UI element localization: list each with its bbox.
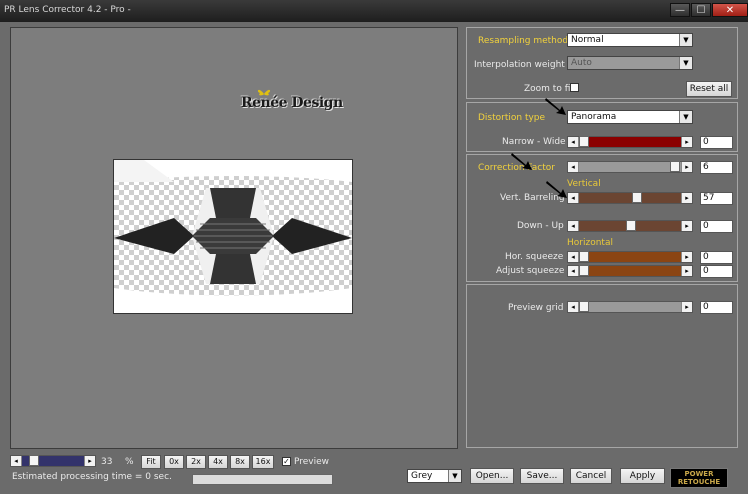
preview-checkbox[interactable]: ✓ [282,457,291,466]
brand-line-2: RETOUCHE [677,478,721,486]
adjust-squeeze-thumb[interactable] [579,265,589,276]
vert-barreling-slider[interactable]: ◂ ▸ [567,192,693,204]
open-button[interactable]: Open... [470,468,514,484]
chevron-down-icon: ▼ [679,34,692,46]
close-button[interactable]: ✕ [712,3,748,17]
interpolation-weight-value: Auto [571,58,592,68]
down-up-label: Down - Up [517,221,564,231]
zoom-fit-button[interactable]: Fit [141,455,161,469]
window-title: PR Lens Corrector 4.2 - Pro - [4,5,131,15]
down-up-thumb[interactable] [626,220,636,231]
zoom-value: 33 [101,457,113,467]
preview-image [113,159,353,314]
minimize-button[interactable]: — [670,3,690,17]
correction-factor-thumb[interactable] [670,161,680,172]
vert-barreling-value[interactable]: 57 [700,192,733,205]
correction-factor-slider[interactable]: ◂ ▸ [567,161,693,173]
narrow-wide-value[interactable]: 0 [700,136,733,149]
narrow-wide-thumb[interactable] [579,136,589,147]
arrow-right-icon[interactable]: ▸ [681,162,692,172]
watermark-logo: Renée Design [241,95,343,111]
preview-checkbox-label: Preview [294,457,330,467]
resampling-method-value: Normal [571,35,604,45]
brand-line-1: POWER [684,470,714,478]
background-value: Grey [411,471,433,481]
arrow-left-icon[interactable]: ◂ [568,162,579,172]
arrow-right-icon[interactable]: ▸ [84,456,95,466]
hor-squeeze-label: Hor. squeeze [505,252,564,262]
correction-factor-track [579,162,681,172]
distortion-type-value: Panorama [571,112,617,122]
vert-barreling-thumb[interactable] [632,192,642,203]
arrow-right-icon[interactable]: ▸ [681,266,692,276]
adjust-squeeze-slider[interactable]: ◂ ▸ [567,265,693,277]
apply-button[interactable]: Apply [620,468,665,484]
zoom-16x-button[interactable]: 16x [252,455,274,469]
hor-squeeze-slider[interactable]: ◂ ▸ [567,251,693,263]
progress-bar [192,474,333,485]
chevron-down-icon: ▼ [679,57,692,69]
hor-squeeze-track [579,252,681,262]
zoom-4x-button[interactable]: 4x [208,455,228,469]
distortion-type-label: Distortion type [478,113,546,123]
correction-factor-value[interactable]: 6 [700,161,733,174]
narrow-wide-slider[interactable]: ◂ ▸ [567,136,693,148]
arrow-left-icon[interactable]: ◂ [568,302,579,312]
down-up-value[interactable]: 0 [700,220,733,233]
preview-grid-thumb[interactable] [579,301,589,312]
distortion-type-select[interactable]: Panorama ▼ [567,110,693,124]
chevron-down-icon: ▼ [448,470,461,482]
reset-all-button[interactable]: Reset all [686,81,732,97]
preview-grid-value[interactable]: 0 [700,301,733,314]
zoom-thumb[interactable] [29,455,39,466]
arrow-left-icon[interactable]: ◂ [568,193,579,203]
down-up-slider[interactable]: ◂ ▸ [567,220,693,232]
adjust-squeeze-value[interactable]: 0 [700,265,733,278]
adjust-squeeze-track [579,266,681,276]
interpolation-weight-select: Auto ▼ [567,56,693,70]
narrow-wide-track [579,137,681,147]
arrow-left-icon[interactable]: ◂ [568,221,579,231]
pointer-arrow-icon [546,181,567,198]
vertical-heading: Vertical [567,179,601,189]
chevron-down-icon: ▼ [679,111,692,123]
zoom-2x-button[interactable]: 2x [186,455,206,469]
arrow-right-icon[interactable]: ▸ [681,137,692,147]
narrow-wide-label: Narrow - Wide [502,137,566,147]
arrow-left-icon[interactable]: ◂ [568,252,579,262]
preview-grid-slider[interactable]: ◂ ▸ [567,301,693,313]
arrow-left-icon[interactable]: ◂ [568,137,579,147]
cancel-button[interactable]: Cancel [570,468,612,484]
horizontal-heading: Horizontal [567,238,613,248]
pointer-arrow-icon [545,98,566,115]
preview-grid-label: Preview grid [508,303,564,313]
arrow-left-icon[interactable]: ◂ [11,456,22,466]
arrow-right-icon[interactable]: ▸ [681,193,692,203]
adjust-squeeze-label: Adjust squeeze [496,266,565,276]
zoom-slider[interactable]: ◂ ▸ [10,455,96,467]
hor-squeeze-value[interactable]: 0 [700,251,733,264]
arrow-right-icon[interactable]: ▸ [681,252,692,262]
arrow-left-icon[interactable]: ◂ [568,266,579,276]
resampling-method-select[interactable]: Normal ▼ [567,33,693,47]
maximize-button[interactable]: ☐ [691,3,711,17]
arrow-right-icon[interactable]: ▸ [681,302,692,312]
zoom-to-fit-checkbox[interactable] [570,83,579,92]
preview-grid-track [579,302,681,312]
zoom-8x-button[interactable]: 8x [230,455,250,469]
save-button[interactable]: Save... [520,468,564,484]
zoom-to-fit-label: Zoom to fit [524,84,574,94]
arrow-right-icon[interactable]: ▸ [681,221,692,231]
power-retouche-logo[interactable]: POWER RETOUCHE [670,468,728,488]
interpolation-weight-label: Interpolation weight [474,60,565,70]
resampling-method-label: Resampling method [478,36,569,46]
vert-barreling-track [579,193,681,203]
zoom-0x-button[interactable]: 0x [164,455,184,469]
distorted-pattern-image [114,160,352,313]
zoom-unit: % [125,457,134,467]
background-select[interactable]: Grey ▼ [407,469,462,483]
pointer-arrow-icon [511,153,532,170]
hor-squeeze-thumb[interactable] [579,251,589,262]
processing-time-text: Estimated processing time = 0 sec. [12,472,172,482]
